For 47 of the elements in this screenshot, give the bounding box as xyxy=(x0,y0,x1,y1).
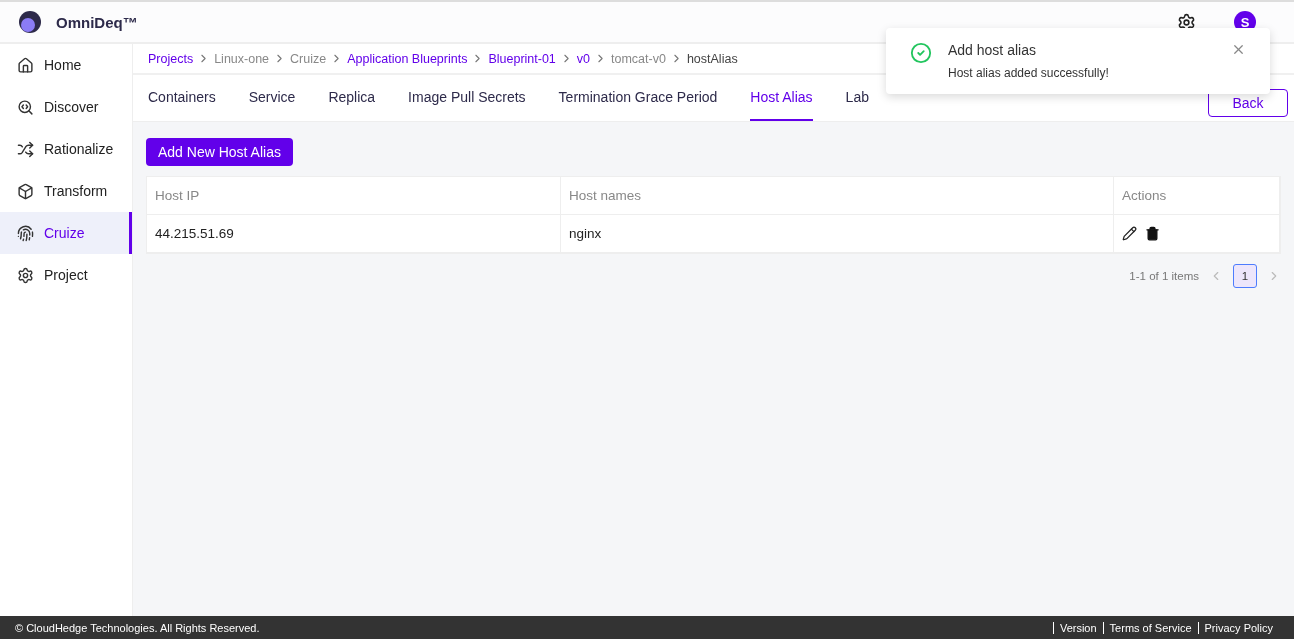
success-icon xyxy=(910,42,932,64)
toast-title: Add host alias xyxy=(948,42,1037,58)
footer-link[interactable]: Version xyxy=(1052,621,1103,634)
tab[interactable]: Image Pull Secrets xyxy=(408,75,526,121)
tab[interactable]: Replica xyxy=(328,75,376,121)
copyright-text: © CloudHedge Technologies. All Rights Reserved. xyxy=(15,621,261,634)
sidebar-item[interactable]: Rationalize xyxy=(0,128,132,170)
tab[interactable]: Service xyxy=(248,75,296,121)
breadcrumb-item[interactable]: Application Blueprints xyxy=(347,51,468,66)
toast-message: Host alias added successfully! xyxy=(948,66,1110,80)
sidebar-item[interactable]: Home xyxy=(0,44,132,86)
magnifier-icon xyxy=(17,98,34,116)
trash-icon[interactable] xyxy=(1145,226,1160,241)
breadcrumb-item: Linux-one xyxy=(214,51,270,66)
breadcrumb-item: tomcat-v0 xyxy=(611,51,666,66)
brand-name: OmniDeq™ xyxy=(56,13,139,31)
column-header: Host IP xyxy=(147,177,561,215)
pagination-summary: 1-1 of 1 items xyxy=(1129,270,1199,282)
tab[interactable]: Host Alias xyxy=(750,75,813,121)
sidebar-item[interactable]: Transform xyxy=(0,170,132,212)
breadcrumb-item: Cruize xyxy=(290,51,327,66)
sidebar-item[interactable]: Project xyxy=(0,254,132,296)
breadcrumb-item[interactable]: Projects xyxy=(148,51,194,66)
sidebar-item[interactable]: Cruize xyxy=(0,212,132,254)
add-host-alias-button[interactable]: Add New Host Alias xyxy=(146,138,293,166)
tab[interactable]: Lab xyxy=(845,75,869,121)
tab[interactable]: Containers xyxy=(148,75,216,121)
close-icon[interactable] xyxy=(1231,42,1246,57)
breadcrumb-item: hostAlias xyxy=(686,51,738,66)
gear-icon xyxy=(17,266,34,284)
table-cell: nginx xyxy=(561,215,1114,253)
sidebar-item[interactable]: Discover xyxy=(0,86,132,128)
column-header: Host names xyxy=(561,177,1114,215)
home-icon xyxy=(17,56,34,74)
column-header: Actions xyxy=(1114,177,1280,215)
table-cell: 44.215.51.69 xyxy=(147,215,561,253)
cube-icon xyxy=(17,182,34,200)
breadcrumb-item[interactable]: Blueprint-01 xyxy=(488,51,556,66)
footer-link[interactable]: Terms of Service xyxy=(1102,621,1198,634)
footer-link[interactable]: Privacy Policy xyxy=(1197,621,1279,634)
logo-icon xyxy=(18,10,42,34)
shuffle-icon xyxy=(17,140,34,158)
edit-icon[interactable] xyxy=(1122,226,1137,241)
breadcrumb-item[interactable]: v0 xyxy=(576,51,590,66)
page-number[interactable]: 1 xyxy=(1233,264,1257,288)
fingerprint-icon xyxy=(17,224,34,242)
tab[interactable]: Termination Grace Period xyxy=(558,75,718,121)
